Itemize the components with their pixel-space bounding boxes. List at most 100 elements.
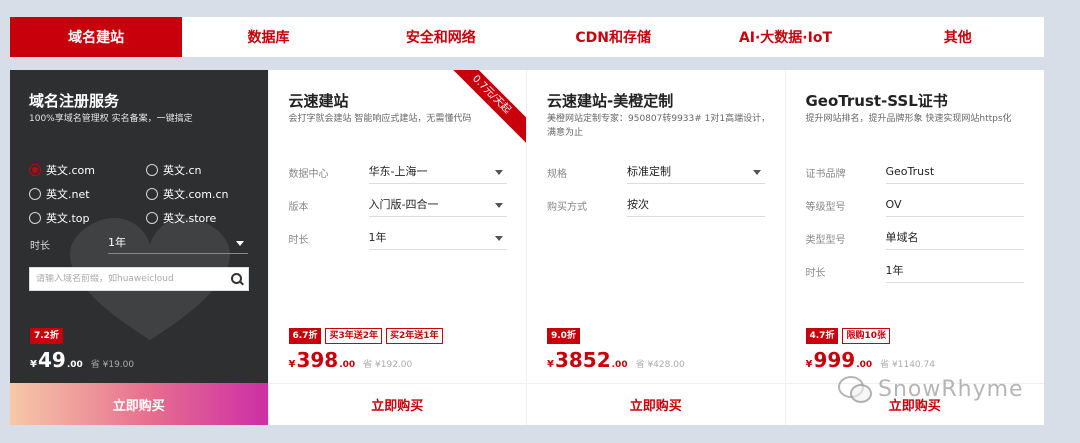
radio-dot-icon bbox=[29, 188, 41, 200]
row-value: 入门版-四合一 bbox=[368, 198, 439, 211]
duration-label: 时长 bbox=[30, 241, 50, 252]
row-value: 华东-上海一 bbox=[368, 165, 428, 178]
tab-cdn-storage[interactable]: CDN和存储 bbox=[527, 17, 699, 57]
domain-search-box bbox=[29, 267, 249, 291]
type-value[interactable]: 单域名 bbox=[885, 226, 1024, 250]
spec-select[interactable]: 标准定制 bbox=[627, 160, 765, 184]
row-value: 单域名 bbox=[885, 231, 919, 244]
card-title: 云速建站 bbox=[288, 92, 349, 110]
caret-down-icon bbox=[494, 203, 503, 208]
price-currency: ¥ bbox=[30, 359, 37, 370]
radio-store[interactable]: 英文.store bbox=[146, 210, 216, 226]
row-label: 时长 bbox=[288, 235, 309, 246]
brand-value[interactable]: GeoTrust bbox=[885, 160, 1024, 184]
price-currency: ¥ bbox=[288, 359, 296, 370]
radio-label: 英文.net bbox=[46, 188, 90, 201]
discount-badges: 4.7折 限购10张 bbox=[805, 328, 890, 344]
radio-top[interactable]: 英文.top bbox=[29, 210, 90, 226]
caret-down-icon bbox=[753, 170, 761, 175]
promo-ribbon: 0.7元/天起 bbox=[438, 70, 527, 148]
price: ¥ 999 .00 省 ¥1140.74 bbox=[806, 348, 935, 372]
wechat-icon bbox=[838, 376, 872, 403]
discount-badge: 4.7折 bbox=[805, 328, 839, 344]
custom-site-card: 云速建站-美橙定制 美橙网站定制专家：950807转9933# 1对1高端设计，… bbox=[527, 70, 786, 425]
edition-select[interactable]: 入门版-四合一 bbox=[368, 193, 507, 217]
watermark: SnowRhyme bbox=[838, 376, 1024, 403]
price-saving: 省 ¥1140.74 bbox=[880, 360, 935, 370]
row-label: 等级型号 bbox=[805, 202, 846, 213]
caret-down-icon bbox=[236, 241, 244, 246]
radio-net[interactable]: 英文.net bbox=[29, 186, 90, 202]
buy-now-button[interactable]: 立即购买 bbox=[268, 383, 526, 425]
form-row-datacenter: 数据中心 华东-上海一 bbox=[289, 160, 507, 184]
form-row-duration: 时长 1年 bbox=[806, 259, 1024, 283]
price-integer: 49 bbox=[37, 348, 66, 372]
row-label: 时长 bbox=[805, 268, 826, 279]
price: ¥ 398 .00 省 ¥192.00 bbox=[289, 348, 413, 372]
price-decimal: .00 bbox=[856, 360, 873, 370]
row-label: 规格 bbox=[547, 169, 567, 180]
radio-cn[interactable]: 英文.cn bbox=[146, 162, 202, 178]
price-currency: ¥ bbox=[805, 359, 813, 370]
form-row-duration: 时长 1年 bbox=[289, 226, 507, 250]
form-row-spec: 规格 标准定制 bbox=[547, 160, 765, 184]
tab-ai-bigdata-iot[interactable]: AI·大数据·IoT bbox=[699, 17, 871, 57]
row-label: 数据中心 bbox=[288, 169, 329, 180]
row-value: OV bbox=[885, 198, 902, 211]
row-value: GeoTrust bbox=[885, 165, 935, 178]
search-icon[interactable] bbox=[226, 268, 248, 290]
purchase-method-value[interactable]: 按次 bbox=[627, 193, 765, 217]
promo-badge: 买2年送1年 bbox=[385, 328, 443, 344]
row-label: 证书品牌 bbox=[805, 169, 846, 180]
radio-com[interactable]: 英文.com bbox=[29, 162, 95, 178]
duration-select[interactable]: 1年 bbox=[368, 226, 507, 250]
card-subtitle: 100%享域名管理权 实名备案，一键搞定 bbox=[29, 114, 193, 124]
discount-badges: 7.2折 bbox=[30, 328, 63, 344]
duration-value[interactable]: 1年 bbox=[885, 259, 1024, 283]
product-cards: 域名注册服务 100%享域名管理权 实名备案，一键搞定 英文.com 英文.cn… bbox=[10, 70, 1044, 425]
watermark-text: SnowRhyme bbox=[878, 376, 1024, 402]
card-title: GeoTrust-SSL证书 bbox=[805, 92, 948, 110]
radio-com-cn[interactable]: 英文.com.cn bbox=[146, 186, 229, 202]
caret-down-icon bbox=[494, 170, 503, 175]
card-subtitle: 美橙网站定制专家：950807转9933# 1对1高端设计，满意为止 bbox=[547, 114, 771, 138]
radio-dot-icon bbox=[29, 164, 41, 176]
tab-database[interactable]: 数据库 bbox=[182, 17, 354, 57]
buy-now-button[interactable]: 立即购买 bbox=[10, 383, 268, 425]
row-value: 1年 bbox=[368, 231, 387, 244]
form-row-edition: 版本 入门版-四合一 bbox=[289, 193, 507, 217]
price-saving: 省 ¥19.00 bbox=[90, 360, 135, 370]
discount-badge: 9.0折 bbox=[547, 328, 580, 344]
radio-label: 英文.com bbox=[46, 164, 95, 177]
radio-dot-icon bbox=[146, 188, 158, 200]
tab-security-network[interactable]: 安全和网络 bbox=[355, 17, 527, 57]
domain-search-input[interactable] bbox=[30, 274, 226, 284]
duration-select[interactable]: 1年 bbox=[108, 232, 248, 254]
price-integer: 999 bbox=[813, 348, 856, 372]
row-label: 类型型号 bbox=[805, 235, 846, 246]
discount-badges: 9.0折 bbox=[547, 328, 580, 344]
radio-label: 英文.store bbox=[163, 212, 217, 225]
level-value[interactable]: OV bbox=[885, 193, 1024, 217]
card-subtitle: 提升网站排名，提升品牌形象 快速实现网站https化 bbox=[805, 114, 1012, 124]
price-decimal: .00 bbox=[339, 360, 356, 370]
form-row-purchase-method: 购买方式 按次 bbox=[547, 193, 765, 217]
radio-label: 英文.cn bbox=[163, 164, 202, 177]
price: ¥ 3852 .00 省 ¥428.00 bbox=[547, 348, 685, 372]
price-saving: 省 ¥192.00 bbox=[363, 360, 413, 370]
tab-domain-site[interactable]: 域名建站 bbox=[10, 17, 183, 57]
row-value: 1年 bbox=[885, 264, 904, 277]
ssl-certificate-card: GeoTrust-SSL证书 提升网站排名，提升品牌形象 快速实现网站https… bbox=[785, 70, 1044, 425]
tab-other[interactable]: 其他 bbox=[872, 17, 1044, 57]
row-label: 购买方式 bbox=[547, 202, 587, 213]
form-row-brand: 证书品牌 GeoTrust bbox=[806, 160, 1024, 184]
buy-now-button[interactable]: 立即购买 bbox=[527, 383, 785, 425]
discount-badge: 6.7折 bbox=[288, 328, 322, 344]
discount-badges: 6.7折 买3年送2年 买2年送1年 bbox=[288, 328, 443, 344]
discount-badge: 7.2折 bbox=[30, 328, 63, 344]
site-builder-card: 0.7元/天起 云速建站 会打字就会建站 智能响应式建站，无需懂代码 数据中心 … bbox=[268, 70, 527, 425]
row-value: 标准定制 bbox=[627, 165, 671, 178]
card-subtitle: 会打字就会建站 智能响应式建站，无需懂代码 bbox=[288, 114, 472, 124]
form-row-level: 等级型号 OV bbox=[806, 193, 1024, 217]
datacenter-select[interactable]: 华东-上海一 bbox=[368, 160, 507, 184]
